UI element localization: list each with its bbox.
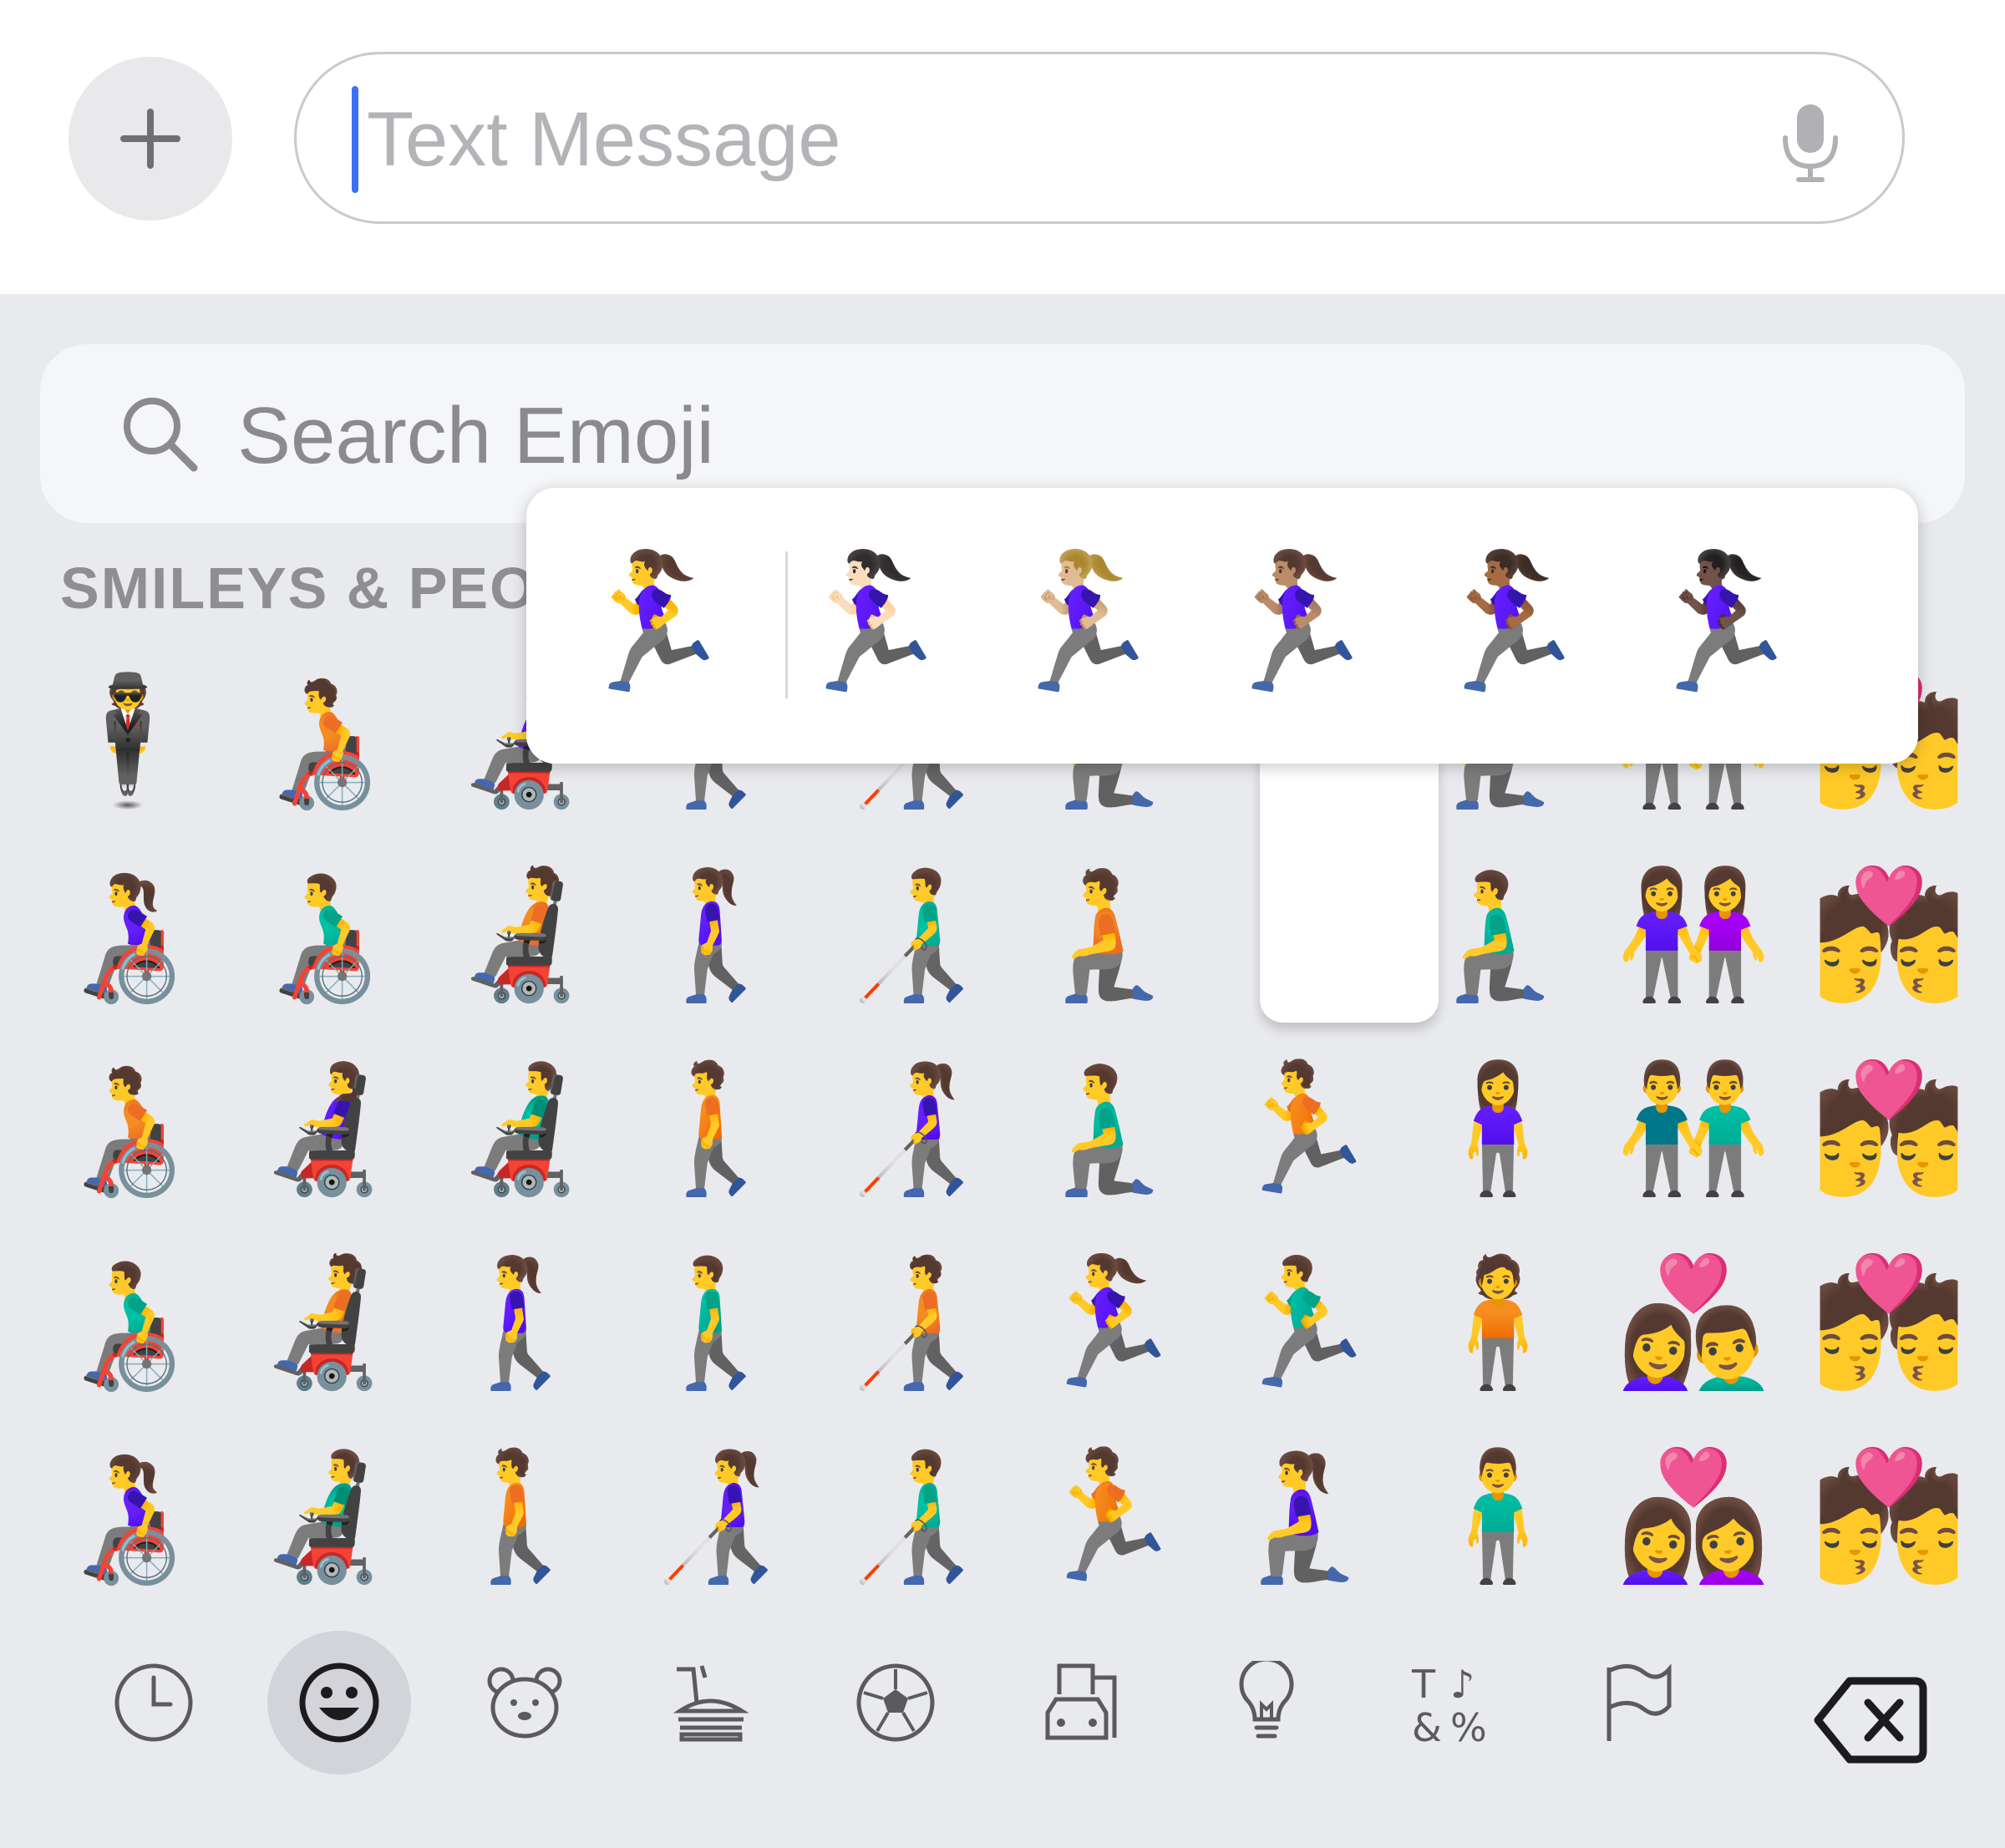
symbols-glyph-note: ♪	[1450, 1662, 1475, 1707]
compose-bar: Text Message	[0, 0, 2005, 294]
plus-button[interactable]	[69, 57, 232, 221]
bear-icon	[487, 1667, 562, 1739]
emoji-cell[interactable]: 🚶	[620, 1033, 812, 1225]
emoji-cell[interactable]: 👩‍🦯	[620, 1420, 812, 1612]
text-caret	[352, 86, 358, 193]
emoji-cell[interactable]: 👨‍🦯	[815, 839, 1008, 1031]
category-objects[interactable]	[1195, 1631, 1338, 1774]
symbols-glyph-ampersand: &	[1412, 1705, 1442, 1744]
text-message-placeholder: Text Message	[367, 97, 841, 182]
category-symbols[interactable]: T ♪ & %	[1380, 1631, 1524, 1774]
skin-tone-option[interactable]: 🏃‍♀️	[560, 518, 744, 727]
emoji-cell[interactable]: 🚶‍♀️	[424, 1226, 617, 1419]
symbols-icon: T ♪ & %	[1411, 1662, 1487, 1744]
skin-tone-option[interactable]: 🏃🏾‍♀️	[1415, 518, 1599, 727]
text-message-field[interactable]: Text Message	[294, 52, 1905, 224]
symbols-glyph-percent: %	[1450, 1705, 1487, 1744]
delete-backward-icon[interactable]	[1813, 1674, 1930, 1766]
emoji-cell[interactable]: 🧎‍♀️	[1206, 1420, 1398, 1612]
skin-tone-popover-stem	[1260, 752, 1439, 1023]
category-bar: T ♪ & %	[0, 1631, 2005, 1798]
emoji-cell[interactable]: 🧑‍🦯	[815, 1226, 1008, 1419]
section-title: SMILEYS & PEO	[60, 556, 537, 621]
emoji-cell[interactable]: 👩‍🦽	[32, 839, 224, 1031]
emoji-cell[interactable]: 👬	[1597, 1033, 1789, 1225]
emoji-cell[interactable]: 🏃‍♂️	[1206, 1226, 1398, 1419]
symbols-glyph-t: T	[1411, 1662, 1436, 1707]
burger-icon	[673, 1665, 749, 1742]
skin-tone-option[interactable]: 🏃🏽‍♀️	[1203, 518, 1387, 727]
emoji-cell[interactable]: 💏	[1793, 839, 1985, 1031]
emoji-cell[interactable]: 💏	[1793, 1226, 1985, 1419]
search-icon	[124, 398, 198, 472]
category-flags[interactable]	[1566, 1631, 1709, 1774]
car-building-icon	[1045, 1663, 1117, 1740]
emoji-grid: 🕴🧑‍🦽👩‍🦼🚶‍♂️👨‍🦯🧎‍♀️🧎🧎👭💏👩‍🦽👨‍🦽🧑‍🦼🚶‍♀️👨‍🦯🧎🧎…	[0, 645, 2005, 1614]
emoji-cell[interactable]: 👨‍🦽	[32, 1226, 224, 1419]
emoji-cell[interactable]: 👩‍🦽	[32, 1420, 224, 1612]
emoji-cell[interactable]: 🕴	[32, 645, 224, 837]
emoji-cell[interactable]: 🧎	[1011, 839, 1203, 1031]
plus-icon	[120, 109, 180, 169]
skin-tone-option[interactable]: 🏃🏼‍♀️	[989, 518, 1173, 727]
category-travel-places[interactable]	[1009, 1631, 1153, 1774]
emoji-cell[interactable]: 👭	[1597, 839, 1789, 1031]
emoji-cell[interactable]: 🧑‍🦼	[424, 839, 617, 1031]
emoji-cell[interactable]: 🏃‍♀️	[1011, 1226, 1203, 1419]
clock-icon	[114, 1663, 193, 1742]
emoji-cell[interactable]: 👩‍🦼	[227, 1033, 419, 1225]
smiley-icon	[299, 1663, 379, 1743]
category-smileys-people[interactable]	[267, 1631, 411, 1774]
emoji-cell[interactable]: 👨‍🦽	[227, 839, 419, 1031]
emoji-cell[interactable]: 🧍	[1402, 1226, 1594, 1419]
category-food-drink[interactable]	[638, 1631, 782, 1774]
emoji-cell[interactable]: 🏃	[1011, 1420, 1203, 1612]
category-recent[interactable]	[82, 1631, 226, 1774]
category-animals-nature[interactable]	[453, 1631, 596, 1774]
skin-tone-popover-base	[526, 735, 1918, 764]
emoji-cell[interactable]: 🧍‍♀️	[1402, 1033, 1594, 1225]
emoji-cell[interactable]: 🧍‍♂️	[1402, 1420, 1594, 1612]
emoji-cell[interactable]: 👨‍🦼	[424, 1033, 617, 1225]
emoji-cell[interactable]: 👩‍❤️‍👩	[1597, 1420, 1789, 1612]
emoji-cell[interactable]: 🚶	[424, 1420, 617, 1612]
flag-icon	[1607, 1663, 1672, 1741]
emoji-cell[interactable]: 👨‍🦼	[227, 1420, 419, 1612]
emoji-cell[interactable]: 💏	[1793, 1033, 1985, 1225]
emoji-cell[interactable]: 👨‍🦯	[815, 1420, 1008, 1612]
emoji-cell[interactable]: 🚶‍♂️	[620, 1226, 812, 1419]
emoji-search-placeholder: Search Emoji	[237, 391, 714, 480]
emoji-cell[interactable]: 🧑‍🦽	[32, 1033, 224, 1225]
category-activity[interactable]	[824, 1631, 967, 1774]
emoji-cell[interactable]: 🧑‍🦼	[227, 1226, 419, 1419]
emoji-cell[interactable]: 🧎‍♂️	[1011, 1033, 1203, 1225]
soccer-ball-icon	[856, 1663, 935, 1742]
emoji-cell[interactable]: 🏃	[1206, 1033, 1398, 1225]
skin-tone-option[interactable]: 🏃🏿‍♀️	[1627, 518, 1811, 727]
emoji-cell[interactable]: 🧑‍🦽	[227, 645, 419, 837]
microphone-icon[interactable]	[1777, 101, 1844, 185]
emoji-cell[interactable]: 👩‍❤️‍👨	[1597, 1226, 1789, 1419]
emoji-cell[interactable]: 🚶‍♀️	[620, 839, 812, 1031]
skin-tone-option[interactable]: 🏃🏻‍♀️	[777, 518, 961, 727]
emoji-cell[interactable]: 💏	[1793, 1420, 1985, 1612]
lightbulb-icon	[1239, 1661, 1294, 1739]
emoji-cell[interactable]: 👩‍🦯	[815, 1033, 1008, 1225]
